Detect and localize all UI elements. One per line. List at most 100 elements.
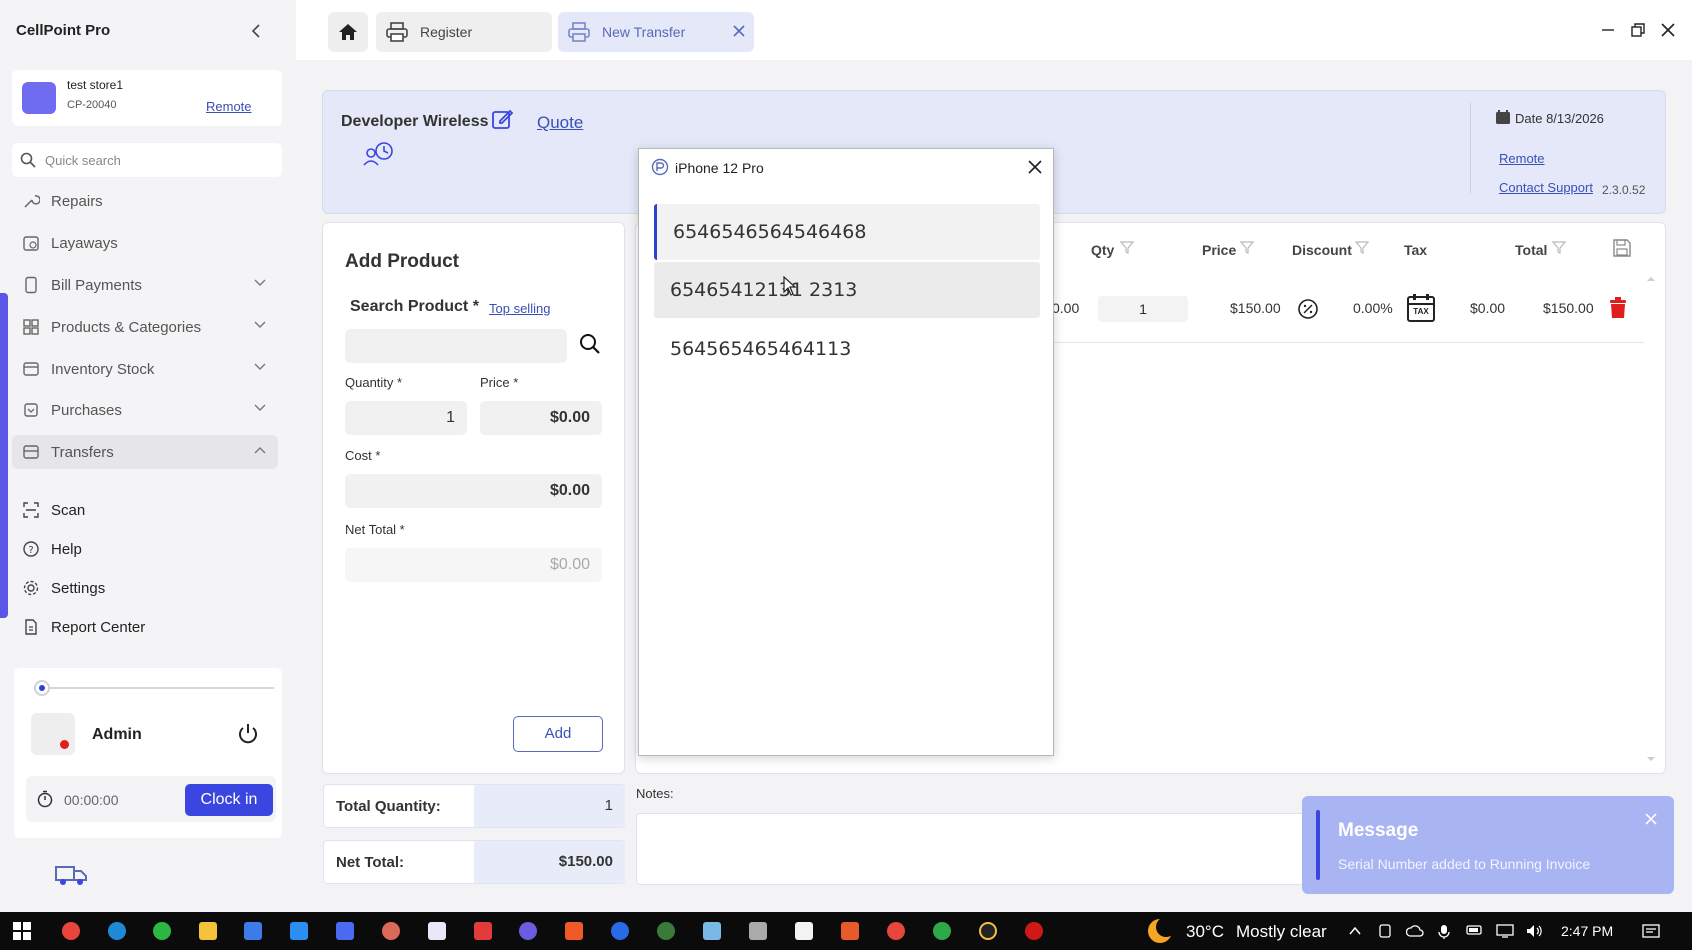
search-icon[interactable] <box>579 333 601 355</box>
sidebar-item-bill-payments[interactable]: Bill Payments <box>12 268 278 302</box>
store-card[interactable]: test store1 CP-20040 Remote <box>12 70 282 126</box>
windows-start-icon[interactable] <box>12 921 32 941</box>
close-tab-icon[interactable] <box>732 24 746 38</box>
quantity-field[interactable] <box>345 401 467 435</box>
column-header-tax[interactable]: Tax <box>1404 242 1427 258</box>
tax-calendar-icon[interactable]: TAX <box>1406 293 1436 323</box>
power-icon[interactable] <box>236 722 260 746</box>
quote-link[interactable]: Quote <box>537 113 583 133</box>
minimize-icon[interactable] <box>1600 22 1616 38</box>
store-remote-link[interactable]: Remote <box>206 99 252 114</box>
store-icon[interactable] <box>244 922 262 940</box>
whatsapp-icon[interactable] <box>153 922 171 940</box>
sidebar-item-repairs[interactable]: Repairs <box>12 184 278 218</box>
restore-icon[interactable] <box>1630 22 1646 38</box>
folder-icon[interactable] <box>199 922 217 940</box>
teams-icon[interactable] <box>519 922 537 940</box>
clock-in-button[interactable]: Clock in <box>185 784 273 816</box>
scroll-down-icon[interactable] <box>1646 756 1656 762</box>
app-icon[interactable] <box>474 922 492 940</box>
battery-icon[interactable] <box>1466 924 1484 936</box>
sidebar-item-help[interactable]: ? Help <box>12 532 278 566</box>
chrome-icon[interactable] <box>62 922 80 940</box>
app-icon[interactable] <box>703 922 721 940</box>
column-header-price[interactable]: Price <box>1202 242 1236 258</box>
slider-handle[interactable] <box>34 680 50 696</box>
filter-icon[interactable] <box>1120 240 1134 254</box>
app-icon[interactable] <box>336 922 354 940</box>
column-header-total[interactable]: Total <box>1515 242 1547 258</box>
top-selling-link[interactable]: Top selling <box>489 301 550 316</box>
app-icon[interactable] <box>382 922 400 940</box>
collapse-sidebar-icon[interactable] <box>248 22 266 40</box>
notifications-icon[interactable] <box>1642 924 1660 940</box>
weather-condition[interactable]: Mostly clear <box>1236 922 1327 942</box>
calendar-clock-icon <box>22 234 40 252</box>
weather-temperature[interactable]: 30°C <box>1186 922 1224 942</box>
customer-name[interactable]: Developer Wireless <box>341 113 488 131</box>
app-icon[interactable] <box>290 922 308 940</box>
chrome-icon[interactable] <box>887 922 905 940</box>
row-qty-field[interactable]: 1 <box>1098 296 1188 322</box>
app-icon[interactable] <box>795 922 813 940</box>
filter-icon[interactable] <box>1240 240 1254 254</box>
avatar[interactable] <box>31 713 75 755</box>
customer-history-icon[interactable] <box>361 141 395 169</box>
chevron-up-icon[interactable] <box>1348 924 1362 938</box>
serial-option[interactable]: 6546546564546468 <box>654 204 1040 260</box>
product-search-input[interactable] <box>345 329 567 363</box>
volume-icon[interactable] <box>1526 924 1544 938</box>
brave-icon[interactable] <box>565 922 583 940</box>
save-icon[interactable] <box>1612 238 1632 258</box>
column-header-qty[interactable]: Qty <box>1091 242 1114 258</box>
edit-icon[interactable] <box>491 107 515 131</box>
add-button[interactable]: Add <box>513 716 603 752</box>
tray-icon[interactable] <box>1378 924 1392 938</box>
sidebar-item-transfers[interactable]: Transfers <box>12 435 278 469</box>
serial-option[interactable]: 65465412131 2313 <box>654 262 1040 318</box>
sidebar-item-settings[interactable]: Settings <box>12 571 278 605</box>
network-icon[interactable] <box>1496 924 1514 938</box>
box-icon <box>22 360 40 378</box>
slider-track[interactable] <box>44 687 274 689</box>
delivery-truck-icon[interactable] <box>54 862 88 888</box>
filter-icon[interactable] <box>1355 240 1369 254</box>
sidebar-item-report-center[interactable]: Report Center <box>12 610 278 644</box>
chrome-icon[interactable] <box>933 922 951 940</box>
quick-search-input[interactable]: Quick search <box>12 143 282 177</box>
clock[interactable]: 2:47 PM <box>1561 923 1613 939</box>
record-icon[interactable] <box>1025 922 1043 940</box>
calendar-icon <box>1495 109 1511 125</box>
close-window-icon[interactable] <box>1660 22 1676 38</box>
app-icon[interactable] <box>428 922 446 940</box>
sidebar-item-layaways[interactable]: Layaways <box>12 226 278 260</box>
scroll-up-icon[interactable] <box>1646 276 1656 282</box>
app-icon[interactable] <box>657 922 675 940</box>
app-icon[interactable] <box>979 922 997 940</box>
serial-option[interactable]: 564565465464113 <box>654 321 1040 377</box>
tab-register[interactable]: Register <box>376 12 552 52</box>
sidebar-item-products[interactable]: Products & Categories <box>12 310 278 344</box>
delete-icon[interactable] <box>1609 297 1627 319</box>
filter-icon[interactable] <box>1552 240 1566 254</box>
column-header-discount[interactable]: Discount <box>1292 242 1352 258</box>
cost-field[interactable] <box>345 474 602 508</box>
home-tab[interactable] <box>328 12 368 52</box>
app-icon[interactable] <box>841 922 859 940</box>
sidebar-item-scan[interactable]: Scan <box>12 493 278 527</box>
close-icon[interactable] <box>1644 812 1658 826</box>
sidebar-item-label: Purchases <box>51 402 122 419</box>
price-field[interactable] <box>480 401 602 435</box>
tab-new-transfer[interactable]: New Transfer <box>558 12 754 52</box>
microphone-icon[interactable] <box>1438 924 1450 940</box>
calculator-icon[interactable] <box>749 922 767 940</box>
remote-link[interactable]: Remote <box>1499 151 1545 166</box>
onedrive-icon[interactable] <box>1406 924 1424 938</box>
discount-icon[interactable] <box>1297 298 1319 320</box>
app-icon[interactable] <box>611 922 629 940</box>
sidebar-item-purchases[interactable]: Purchases <box>12 393 278 427</box>
sidebar-item-inventory[interactable]: Inventory Stock <box>12 352 278 386</box>
edge-icon[interactable] <box>108 922 126 940</box>
contact-support-link[interactable]: Contact Support <box>1499 180 1593 195</box>
close-icon[interactable] <box>1027 159 1043 175</box>
